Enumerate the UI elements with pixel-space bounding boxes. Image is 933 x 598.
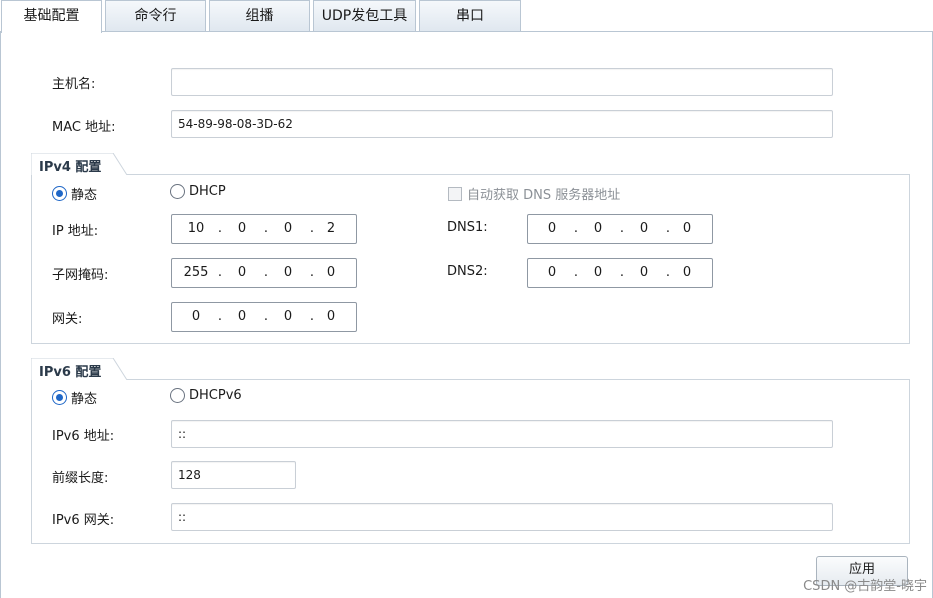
mask-octet-4: 0: [326, 265, 336, 280]
ipv6-static-radio[interactable]: 静态: [52, 388, 97, 407]
ip-dot: .: [263, 221, 269, 236]
tab-command-line[interactable]: 命令行: [105, 0, 206, 32]
subnet-mask-label: 子网掩码:: [52, 268, 109, 283]
ipv4-static-label: 静态: [71, 188, 98, 203]
gw-octet-3: 0: [283, 309, 293, 324]
dns2-input[interactable]: 0. 0. 0. 0: [527, 258, 713, 288]
prefix-length-input[interactable]: [171, 461, 296, 489]
gateway-input[interactable]: 0. 0. 0. 0: [171, 302, 357, 332]
dns2-octet-3: 0: [639, 265, 649, 280]
ip-dot: .: [217, 221, 223, 236]
auto-dns-label: 自动获取 DNS 服务器地址: [467, 188, 621, 203]
ipv6-dhcp-radio[interactable]: DHCPv6: [170, 388, 242, 403]
gw-octet-2: 0: [237, 309, 247, 324]
dns1-octet-3: 0: [639, 221, 649, 236]
gateway-label: 网关:: [52, 312, 83, 327]
tab-serial[interactable]: 串口: [419, 0, 521, 32]
mac-address-field[interactable]: [171, 110, 833, 138]
ip-dot: .: [217, 309, 223, 324]
ipv4-dhcp-radio[interactable]: DHCP: [170, 184, 226, 199]
mask-octet-3: 0: [283, 265, 293, 280]
radio-unselected-icon: [170, 184, 185, 199]
radio-selected-icon: [52, 186, 67, 201]
watermark: CSDN @古韵堂-晓宇: [803, 579, 927, 594]
dns2-octet-1: 0: [547, 265, 557, 280]
mac-label: MAC 地址:: [52, 120, 116, 135]
dns1-octet-1: 0: [547, 221, 557, 236]
gw-octet-1: 0: [191, 309, 201, 324]
mask-octet-2: 0: [237, 265, 247, 280]
dns1-octet-4: 0: [682, 221, 692, 236]
tab-multicast[interactable]: 组播: [209, 0, 310, 32]
gw-octet-4: 0: [326, 309, 336, 324]
ip-dot: .: [573, 221, 579, 236]
ip-dot: .: [217, 265, 223, 280]
ipv6-title: IPv6 配置: [39, 365, 102, 380]
ipv4-group-title: IPv4 配置: [31, 153, 127, 175]
tab-udp-tool[interactable]: UDP发包工具: [313, 0, 416, 32]
ip-octet-4: 2: [326, 221, 336, 236]
checkbox-icon: [448, 186, 462, 201]
hostname-label: 主机名:: [52, 77, 96, 92]
ip-dot: .: [263, 265, 269, 280]
ipv4-static-radio[interactable]: 静态: [52, 184, 97, 203]
ipv6-static-label: 静态: [71, 392, 98, 407]
dns1-input[interactable]: 0. 0. 0. 0: [527, 214, 713, 244]
ip-octet-1: 10: [187, 221, 205, 236]
hostname-input[interactable]: [171, 68, 833, 96]
mask-octet-1: 255: [183, 265, 209, 280]
ip-dot: .: [263, 309, 269, 324]
radio-unselected-icon: [170, 388, 185, 403]
dns2-octet-2: 0: [593, 265, 603, 280]
ipv6-address-input[interactable]: [171, 420, 833, 448]
ip-octet-3: 0: [283, 221, 293, 236]
tab-basic-config[interactable]: 基础配置: [1, 0, 102, 33]
dns2-label: DNS2:: [447, 264, 488, 279]
ip-octet-2: 0: [237, 221, 247, 236]
ip-dot: .: [573, 265, 579, 280]
ip-address-label: IP 地址:: [52, 224, 99, 239]
ipv6-dhcp-label: DHCPv6: [189, 388, 242, 403]
ipv4-dhcp-label: DHCP: [189, 184, 226, 199]
ip-address-input[interactable]: 10. 0. 0. 2: [171, 214, 357, 244]
subnet-mask-input[interactable]: 255. 0. 0. 0: [171, 258, 357, 288]
dns1-label: DNS1:: [447, 220, 488, 235]
ipv6-gateway-input[interactable]: [171, 503, 833, 531]
dns2-octet-4: 0: [682, 265, 692, 280]
radio-selected-icon: [52, 390, 67, 405]
ipv6-group-title: IPv6 配置: [31, 358, 127, 380]
ipv4-title: IPv4 配置: [39, 160, 102, 175]
ipv6-address-label: IPv6 地址:: [52, 429, 115, 444]
prefix-length-label: 前缀长度:: [52, 471, 109, 486]
tab-bar: 基础配置 命令行 组播 UDP发包工具 串口: [0, 0, 933, 33]
dns1-octet-2: 0: [593, 221, 603, 236]
ip-dot: .: [619, 265, 625, 280]
ipv6-gateway-label: IPv6 网关:: [52, 513, 115, 528]
auto-dns-checkbox[interactable]: 自动获取 DNS 服务器地址: [448, 184, 620, 203]
ip-dot: .: [619, 221, 625, 236]
